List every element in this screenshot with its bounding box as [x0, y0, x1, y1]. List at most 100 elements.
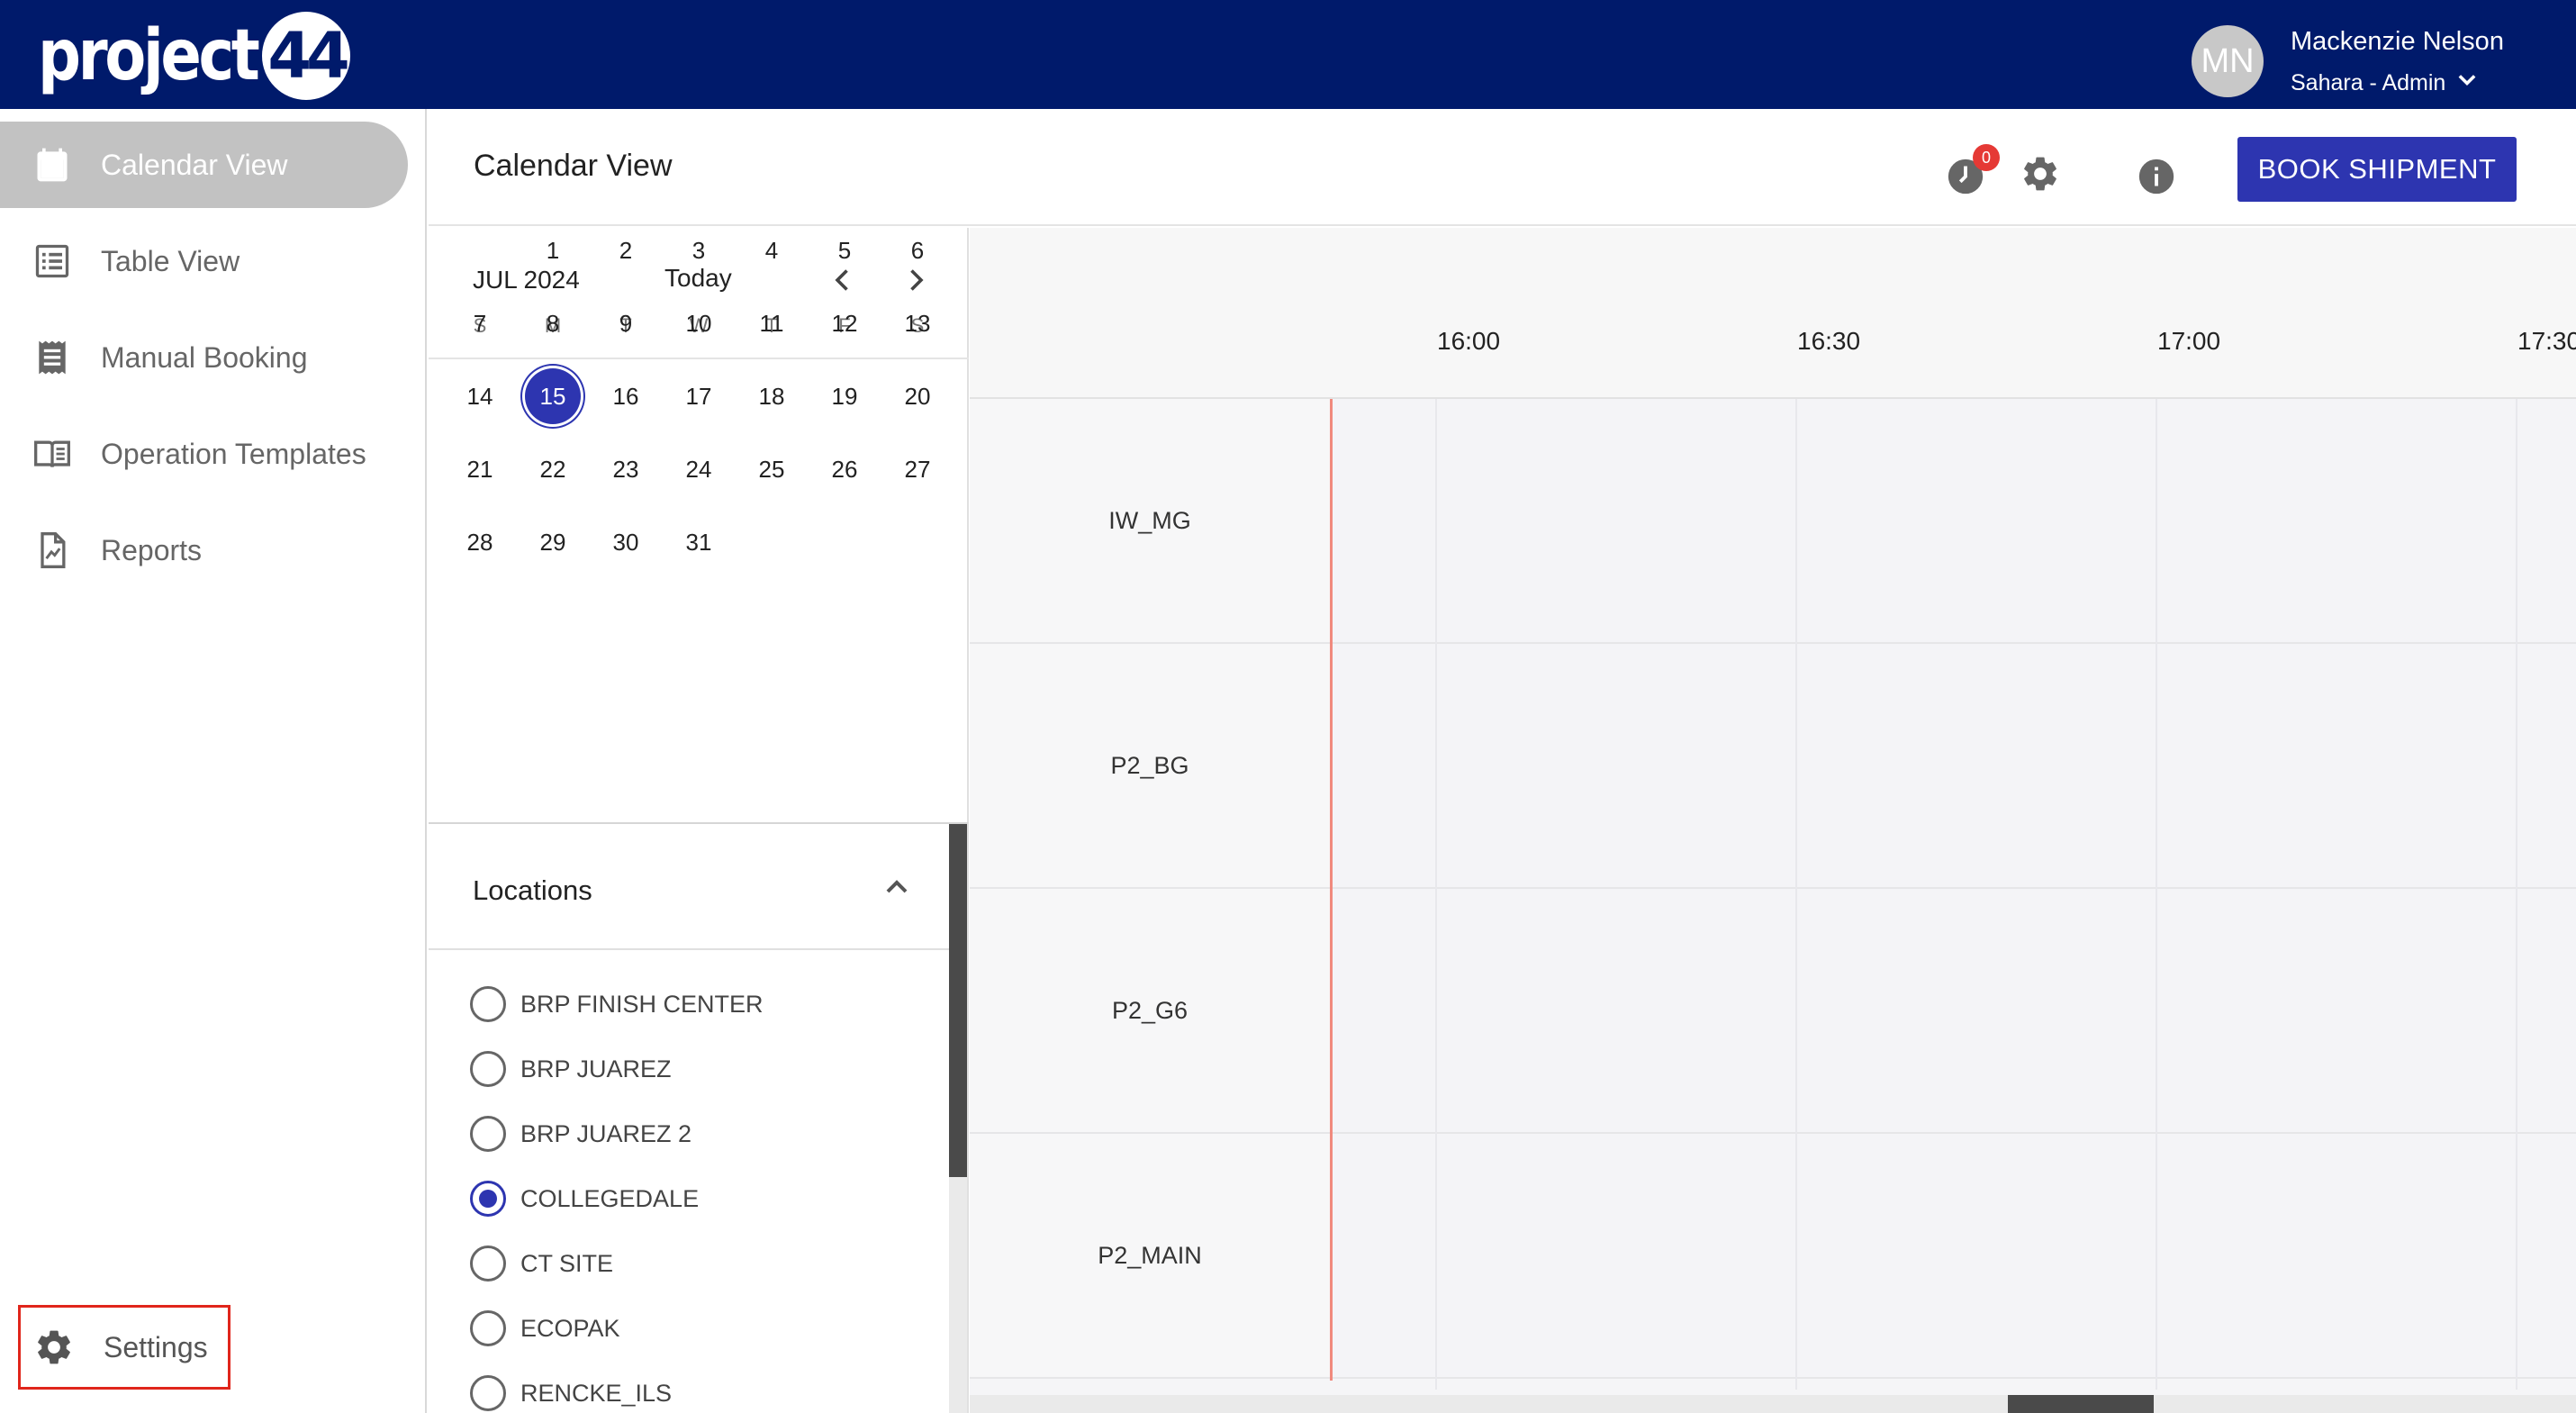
radio-button-checked[interactable]	[470, 1181, 506, 1217]
radio-button[interactable]	[470, 1310, 506, 1346]
calendar-day[interactable]: 27	[887, 439, 948, 500]
calendar-day[interactable]: 31	[668, 512, 729, 573]
calendar-icon	[32, 145, 72, 185]
calendar-day[interactable]: 13	[887, 293, 948, 354]
sidebar-item-label: Table View	[101, 244, 240, 277]
location-option[interactable]: BRP FINISH CENTER	[470, 982, 764, 1027]
info-icon[interactable]	[2136, 156, 2177, 197]
chevron-up-icon[interactable]	[879, 869, 915, 905]
mini-calendar: JUL 2024 Today S M T W T F S 1 2 3 4 5 6 7 8 9 10…	[429, 228, 969, 822]
calendar-day[interactable]: 18	[741, 366, 802, 427]
user-role: Sahara - Admin	[2291, 70, 2446, 95]
resource-label: P2_BG	[970, 644, 1330, 887]
grid-line	[2156, 399, 2157, 1390]
sidebar-item-manual-booking[interactable]: Manual Booking	[0, 314, 408, 401]
calendar-day[interactable]: 23	[595, 439, 656, 500]
grid-scrollbar-thumb[interactable]	[2008, 1395, 2154, 1413]
locations-scrollbar-thumb[interactable]	[949, 824, 967, 1177]
logo-text: project	[38, 15, 260, 96]
calendar-day[interactable]: 5	[814, 220, 875, 281]
book-shipment-button[interactable]: BOOK SHIPMENT	[2237, 137, 2517, 202]
calendar-day[interactable]: 12	[814, 293, 875, 354]
calendar-day[interactable]: 19	[814, 366, 875, 427]
sidebar-item-calendar-view[interactable]: Calendar View	[0, 122, 408, 208]
radio-button[interactable]	[470, 1051, 506, 1087]
logo-badge: 44	[262, 12, 351, 100]
calendar-day[interactable]: 14	[449, 366, 511, 427]
calendar-day[interactable]: 4	[741, 220, 802, 281]
calendar-day[interactable]: 16	[595, 366, 656, 427]
location-option[interactable]: BRP JUAREZ 2	[470, 1111, 691, 1156]
settings-label: Settings	[104, 1330, 208, 1363]
book-icon	[32, 434, 72, 474]
resource-timeline[interactable]	[1330, 1134, 2576, 1377]
receipt-icon	[32, 338, 72, 377]
calendar-day[interactable]: 24	[668, 439, 729, 500]
avatar[interactable]: MN	[2192, 25, 2264, 97]
resource-row: P2_MAIN	[970, 1134, 2576, 1379]
time-label: 17:30	[2517, 327, 2576, 355]
gear-icon	[33, 1327, 75, 1368]
sidebar-item-label: Calendar View	[101, 148, 288, 181]
sidebar-item-operation-templates[interactable]: Operation Templates	[0, 411, 408, 497]
calendar-day-selected[interactable]: 15	[522, 366, 583, 427]
location-label: BRP FINISH CENTER	[520, 990, 764, 1018]
calendar-day[interactable]: 10	[668, 293, 729, 354]
locations-title: Locations	[473, 874, 592, 906]
grid-line	[1435, 399, 1437, 1390]
calendar-day[interactable]: 3	[668, 220, 729, 281]
calendar-day[interactable]: 11	[741, 293, 802, 354]
location-option[interactable]: CT SITE	[470, 1241, 613, 1286]
locations-header[interactable]: Locations	[429, 824, 949, 950]
resource-label: P2_MAIN	[970, 1134, 1330, 1377]
user-role-menu[interactable]: Sahara - Admin	[2291, 68, 2480, 99]
location-label: BRP JUAREZ 2	[520, 1119, 692, 1147]
location-label: CT SITE	[520, 1249, 614, 1277]
location-option[interactable]: BRP JUAREZ	[470, 1046, 672, 1091]
resource-row: P2_G6	[970, 889, 2576, 1134]
calendar-day[interactable]: 28	[449, 512, 511, 573]
location-label: ECOPAK	[520, 1314, 620, 1342]
time-label: 17:00	[2157, 327, 2221, 355]
calendar-day[interactable]: 22	[522, 439, 583, 500]
calendar-day[interactable]: 21	[449, 439, 511, 500]
user-name[interactable]: Mackenzie Nelson	[2291, 27, 2504, 57]
calendar-day[interactable]: 20	[887, 366, 948, 427]
location-option-selected[interactable]: COLLEGEDALE	[470, 1176, 699, 1221]
calendar-day[interactable]: 9	[595, 293, 656, 354]
sidebar-item-reports[interactable]: Reports	[0, 507, 408, 593]
sidebar-item-label: Manual Booking	[101, 340, 308, 374]
sidebar-item-settings[interactable]: Settings	[18, 1305, 230, 1390]
time-label: 16:00	[1437, 327, 1501, 355]
radio-button[interactable]	[470, 1245, 506, 1282]
calendar-day[interactable]: 25	[741, 439, 802, 500]
calendar-day[interactable]: 29	[522, 512, 583, 573]
calendar-day[interactable]: 1	[522, 220, 583, 281]
calendar-day[interactable]: 26	[814, 439, 875, 500]
resource-timeline[interactable]	[1330, 889, 2576, 1132]
grid-horizontal-scrollbar[interactable]	[970, 1395, 2576, 1413]
location-label: BRP JUAREZ	[520, 1055, 672, 1082]
radio-button[interactable]	[470, 1116, 506, 1152]
gear-icon[interactable]	[2020, 153, 2061, 195]
sidebar-item-label: Operation Templates	[101, 437, 366, 470]
calendar-day[interactable]: 17	[668, 366, 729, 427]
radio-button[interactable]	[470, 986, 506, 1022]
chevron-down-icon	[2454, 68, 2480, 99]
project44-logo[interactable]: project 44	[38, 7, 351, 104]
calendar-divider	[429, 358, 969, 359]
notification-badge: 0	[1973, 144, 2000, 171]
calendar-day[interactable]: 30	[595, 512, 656, 573]
resource-timeline[interactable]	[1330, 644, 2576, 887]
location-option[interactable]: RENCKE_ILS	[470, 1371, 672, 1413]
radio-button[interactable]	[470, 1375, 506, 1411]
calendar-day[interactable]: 7	[449, 293, 511, 354]
time-label: 16:30	[1797, 327, 1861, 355]
grid-line	[2516, 399, 2517, 1390]
location-option[interactable]: ECOPAK	[470, 1306, 620, 1351]
calendar-day[interactable]: 8	[522, 293, 583, 354]
sidebar-item-table-view[interactable]: Table View	[0, 218, 408, 304]
resource-timeline[interactable]	[1330, 399, 2576, 642]
calendar-day[interactable]: 6	[887, 220, 948, 281]
calendar-day[interactable]: 2	[595, 220, 656, 281]
